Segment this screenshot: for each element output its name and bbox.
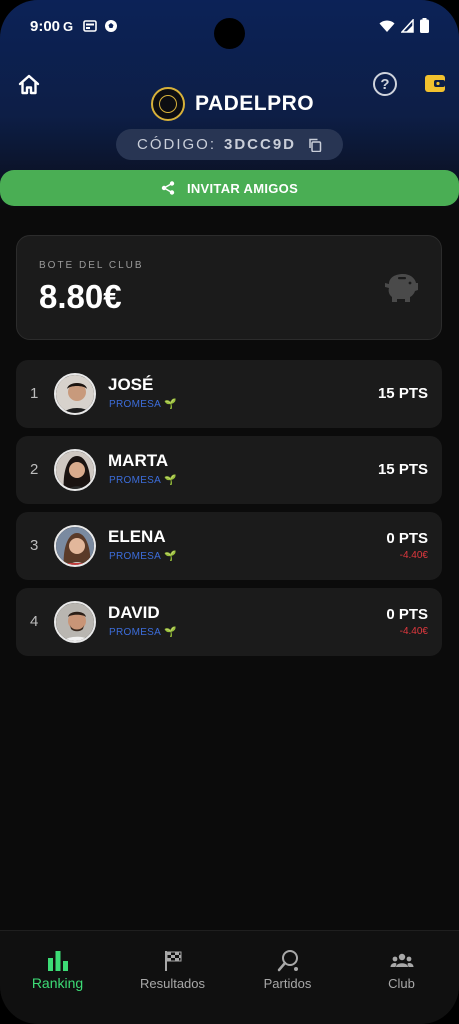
player-debt: -4.40€ [399,626,428,637]
help-icon[interactable]: ? [373,72,397,96]
nav-label-club: Club [388,976,415,991]
signal-icon [401,18,414,33]
google-icon: G [63,19,73,33]
rank-position: 2 [30,461,39,478]
nav-tab-partidos[interactable]: Partidos [230,931,345,1024]
ranking-row[interactable]: 4 DAVID PROMESA 🌱 0 PTS -4.40€ [16,588,442,656]
player-name: ELENA [108,527,166,546]
copy-icon[interactable] [308,138,322,152]
player-points: 15 PTS [377,385,428,402]
player-tier: PROMESA 🌱 [109,551,177,562]
app-screen: 9:00 G ? PADELPRO CÓDIGO: 3DCC9D INVITAR… [0,0,459,1024]
invite-friends-label: INVITAR AMIGOS [186,180,299,196]
club-code-value: 3DCC9D [224,136,297,153]
rank-position: 1 [30,385,39,402]
brand: PADELPRO [151,87,314,121]
player-avatar [54,449,96,491]
battery-icon [420,18,429,33]
ranking-list: 1 JOSÉ PROMESA 🌱 15 PTS 2 MARTA PROMESA 🌱 … [16,360,442,664]
news-icon [83,20,97,32]
bottom-navigation: Ranking Resultados Partidos Club [0,930,459,1024]
app-title: PADELPRO [195,92,315,115]
wallet-icon[interactable] [424,72,446,94]
player-points: 0 PTS [386,530,428,547]
nav-tab-ranking[interactable]: Ranking [0,931,115,1024]
status-time: 9:00 [30,18,61,35]
sprout-icon: 🌱 [164,475,177,486]
player-name: MARTA [108,451,169,470]
home-icon[interactable] [16,72,42,98]
sprout-icon: 🌱 [164,627,177,638]
status-bar: 9:00 G [0,0,459,54]
checkered-flag-icon [164,951,181,971]
player-tier: PROMESA 🌱 [109,627,177,638]
nav-label-ranking: Ranking [31,975,84,991]
player-avatar [54,373,96,415]
share-icon [161,181,175,195]
rank-position: 3 [30,537,39,554]
wifi-icon [379,20,395,32]
ranking-row[interactable]: 1 JOSÉ PROMESA 🌱 15 PTS [16,360,442,428]
status-notification-icons: G [62,19,118,33]
sprout-icon: 🌱 [164,399,177,410]
club-code-label: CÓDIGO: [136,136,216,153]
club-pot-card: BOTE DEL CLUB 8.80€ [16,235,442,340]
nav-label-partidos: Partidos [263,976,312,991]
player-debt: -4.40€ [399,550,428,561]
soccer-ball-icon [105,20,117,32]
rank-position: 4 [30,613,39,630]
player-points: 15 PTS [377,461,428,478]
camera-cutout [214,18,245,49]
ranking-row[interactable]: 3 ELENA PROMESA 🌱 0 PTS -4.40€ [16,512,442,580]
club-pot-value: 8.80€ [39,278,122,315]
player-avatar [54,601,96,643]
club-pot-label: BOTE DEL CLUB [39,260,144,271]
nav-label-resultados: Resultados [139,976,206,991]
player-tier: PROMESA 🌱 [109,475,177,486]
player-name: JOSÉ [108,375,154,394]
nav-tab-resultados[interactable]: Resultados [115,931,230,1024]
status-system-icons [379,18,429,33]
player-tier: PROMESA 🌱 [109,399,177,410]
club-code-pill[interactable]: CÓDIGO: 3DCC9D [116,129,343,160]
player-avatar [54,525,96,567]
nav-tab-club[interactable]: Club [344,931,459,1024]
invite-friends-button[interactable]: INVITAR AMIGOS [0,170,459,206]
app-logo [151,87,185,121]
padel-racket-icon [277,950,298,972]
group-icon [390,953,413,967]
player-points: 0 PTS [386,606,428,623]
piggy-bank-icon [385,274,418,302]
bar-chart-icon [47,951,68,971]
player-name: DAVID [108,603,160,622]
svg-text:G: G [63,19,73,33]
sprout-icon: 🌱 [164,551,177,562]
ranking-row[interactable]: 2 MARTA PROMESA 🌱 15 PTS [16,436,442,504]
